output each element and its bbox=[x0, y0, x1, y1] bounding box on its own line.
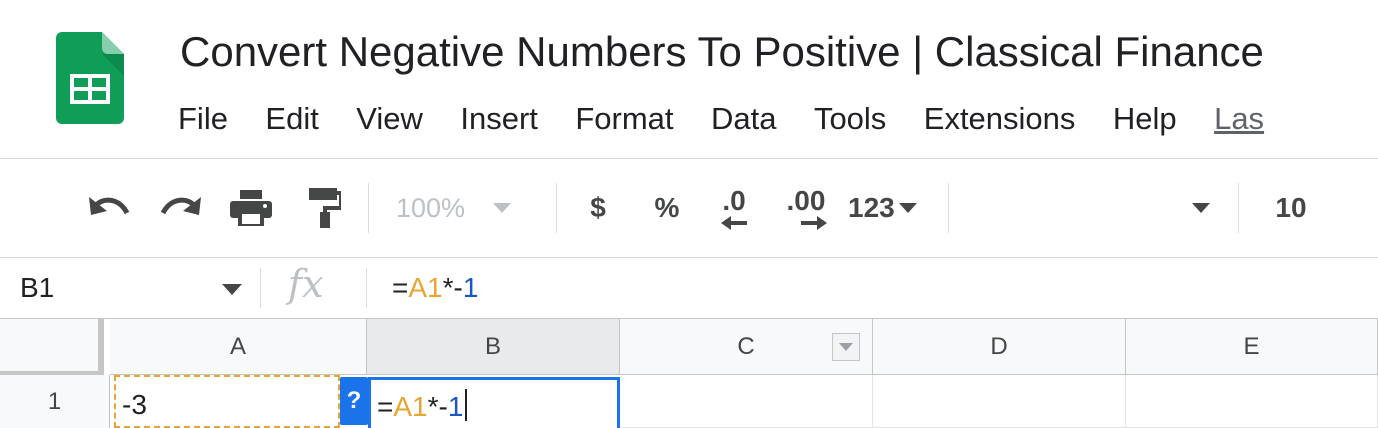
editor-prefix: = bbox=[377, 391, 394, 422]
font-size-value: 10 bbox=[1275, 192, 1307, 223]
percent-label: % bbox=[654, 192, 680, 223]
cell-e1[interactable] bbox=[1126, 375, 1378, 428]
chevron-down-icon[interactable] bbox=[222, 284, 242, 295]
toolbar-separator bbox=[1238, 183, 1239, 233]
menu-format[interactable]: Format bbox=[575, 96, 673, 142]
menu-tools[interactable]: Tools bbox=[814, 96, 886, 142]
decrease-decimal-button[interactable]: .0 bbox=[708, 183, 760, 233]
editor-reference: A1 bbox=[393, 391, 428, 422]
chevron-down-icon bbox=[1192, 203, 1210, 213]
formula-bar: B1 fx =A1*-1 bbox=[0, 258, 1378, 318]
undo-button[interactable] bbox=[84, 183, 134, 233]
column-header-c-label: C bbox=[737, 332, 755, 360]
formula-reference: A1 bbox=[408, 272, 443, 303]
paint-format-button[interactable] bbox=[298, 183, 348, 233]
row-header-1[interactable]: 1 bbox=[0, 375, 110, 428]
percent-format-button[interactable]: % bbox=[646, 183, 688, 233]
menu-view[interactable]: View bbox=[356, 96, 423, 142]
editor-text: =A1*-1 bbox=[377, 389, 468, 423]
font-size-input[interactable]: 10 bbox=[1256, 183, 1326, 233]
increase-decimal-button[interactable]: .00 bbox=[780, 183, 832, 233]
column-header-d[interactable]: D bbox=[873, 319, 1126, 375]
editor-number: 1 bbox=[447, 391, 464, 422]
toolbar-separator bbox=[368, 183, 369, 233]
spreadsheet-grid: A B C D E 1 -3 ? =A1*-1 bbox=[0, 319, 1378, 428]
formula-prefix: = bbox=[392, 272, 409, 303]
formula-help-button[interactable]: ? bbox=[340, 377, 368, 425]
text-caret bbox=[465, 389, 468, 421]
redo-icon bbox=[160, 197, 201, 215]
column-menu-button[interactable] bbox=[832, 333, 860, 361]
number-format-select[interactable]: 123 bbox=[848, 183, 930, 233]
menu-bar: File Edit View Insert Format Data Tools … bbox=[178, 96, 1264, 142]
document-title[interactable]: Convert Negative Numbers To Positive | C… bbox=[180, 26, 1264, 78]
menu-insert[interactable]: Insert bbox=[460, 96, 538, 142]
toolbar-separator bbox=[948, 183, 949, 233]
last-edit-link[interactable]: Las bbox=[1214, 96, 1264, 142]
font-family-select[interactable] bbox=[966, 183, 1220, 233]
column-header-b[interactable]: B bbox=[367, 319, 620, 375]
arrow-left-icon bbox=[721, 216, 747, 230]
fx-icon: fx bbox=[288, 262, 324, 306]
undo-icon bbox=[89, 197, 130, 215]
formula-bar-separator bbox=[366, 268, 367, 308]
cell-a1[interactable]: -3 bbox=[114, 375, 340, 428]
currency-format-button[interactable]: $ bbox=[578, 183, 618, 233]
select-all-corner[interactable] bbox=[0, 319, 104, 375]
formula-bar-separator bbox=[260, 268, 261, 308]
formula-input[interactable]: =A1*-1 bbox=[392, 268, 478, 308]
editor-operator: *- bbox=[427, 391, 448, 422]
print-icon bbox=[230, 190, 272, 226]
column-header-c[interactable]: C bbox=[620, 319, 873, 375]
menu-help[interactable]: Help bbox=[1113, 96, 1177, 142]
paint-format-icon bbox=[309, 188, 341, 228]
formula-number: 1 bbox=[462, 272, 479, 303]
cell-c1[interactable] bbox=[620, 375, 873, 428]
decrease-decimal-label: .0 bbox=[722, 185, 746, 216]
menu-extensions[interactable]: Extensions bbox=[924, 96, 1076, 142]
print-button[interactable] bbox=[226, 183, 276, 233]
currency-label: $ bbox=[590, 192, 606, 223]
cell-b1-editor[interactable]: =A1*-1 bbox=[368, 377, 620, 428]
zoom-select[interactable]: 100% bbox=[396, 183, 538, 233]
arrow-right-icon bbox=[801, 216, 827, 230]
column-header-e[interactable]: E bbox=[1126, 319, 1378, 375]
name-box[interactable]: B1 bbox=[20, 268, 54, 308]
toolbar: 100% $ % .0 .00 123 10 bbox=[0, 159, 1378, 257]
menu-data[interactable]: Data bbox=[711, 96, 776, 142]
formula-operator: *- bbox=[442, 272, 463, 303]
chevron-down-icon bbox=[898, 203, 917, 213]
app-header: Convert Negative Numbers To Positive | C… bbox=[0, 0, 1378, 158]
toolbar-separator bbox=[556, 183, 557, 233]
sheets-logo-icon[interactable] bbox=[56, 32, 124, 124]
redo-button[interactable] bbox=[156, 183, 206, 233]
number-format-label: 123 bbox=[848, 192, 895, 223]
zoom-value: 100% bbox=[396, 192, 466, 223]
cell-d1[interactable] bbox=[873, 375, 1126, 428]
column-header-a[interactable]: A bbox=[110, 319, 367, 375]
chevron-down-icon bbox=[493, 203, 512, 213]
increase-decimal-label: .00 bbox=[786, 185, 826, 216]
menu-file[interactable]: File bbox=[178, 96, 228, 142]
cell-a1-value: -3 bbox=[122, 389, 147, 420]
chevron-down-icon bbox=[839, 343, 853, 351]
menu-edit[interactable]: Edit bbox=[265, 96, 318, 142]
